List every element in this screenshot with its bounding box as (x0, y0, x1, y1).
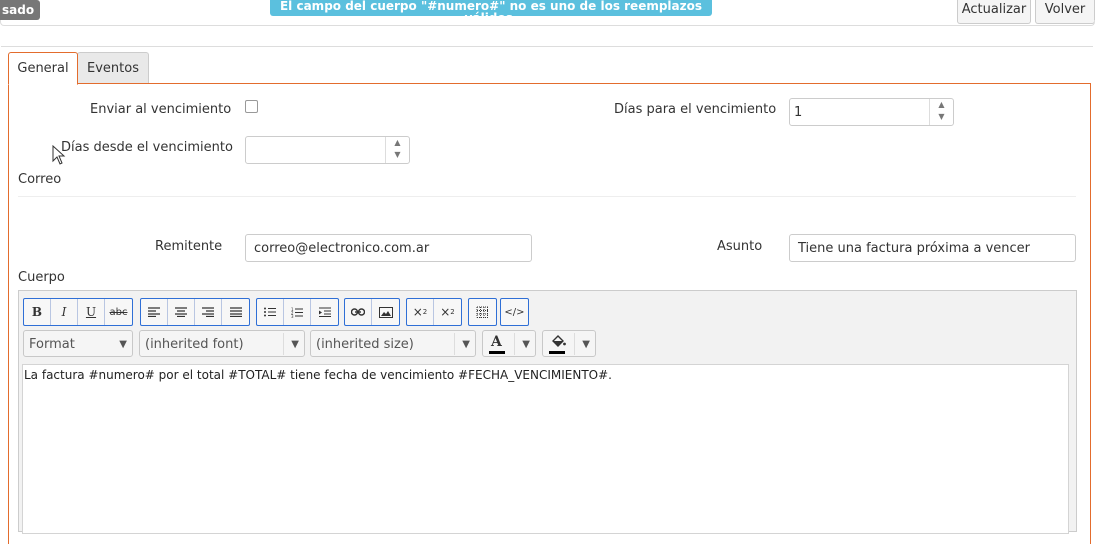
editor-content[interactable]: La factura #numero# por el total #TOTAL#… (22, 364, 1069, 534)
numbered-list-button[interactable]: 123 (284, 299, 311, 325)
error-message: El campo del cuerpo "#numero#" no es uno… (270, 0, 712, 16)
days-since-due-input[interactable]: ▲ ▼ (245, 136, 410, 164)
spin-up-icon[interactable]: ▲ (930, 99, 953, 111)
toolbar-group-insert (344, 298, 400, 326)
format-select-label: Format (29, 337, 75, 352)
table-icon (476, 306, 488, 318)
mouse-cursor-icon (52, 145, 66, 165)
chevron-down-icon: ▼ (522, 339, 530, 350)
body-label: Cuerpo (18, 270, 65, 285)
toolbar-group-align (140, 298, 250, 326)
align-right-button[interactable] (195, 299, 222, 325)
toolbar-group-lists: 123 (256, 298, 339, 326)
background-color-button[interactable]: ▼ (542, 330, 596, 357)
strikethrough-button[interactable]: abc (105, 299, 132, 325)
bullet-list-icon (264, 307, 276, 317)
chevron-down-icon: ▼ (582, 339, 590, 350)
toolbar-group-table (468, 298, 497, 326)
font-select[interactable]: (inherited font) ▼ (139, 330, 305, 357)
days-since-due-label: Días desde el vencimiento (61, 140, 233, 155)
underline-button[interactable]: U (78, 299, 105, 325)
send-on-due-label: Enviar al vencimiento (90, 102, 232, 117)
svg-text:3: 3 (291, 314, 294, 318)
align-justify-button[interactable] (222, 299, 249, 325)
align-left-button[interactable] (141, 299, 168, 325)
format-select[interactable]: Format ▼ (23, 330, 133, 357)
image-icon (378, 306, 393, 318)
size-select-label: (inherited size) (316, 337, 414, 352)
mail-section-title: Correo (18, 172, 62, 187)
chevron-down-icon: ▼ (462, 339, 470, 350)
subscript-button[interactable]: × 2 (407, 299, 434, 325)
days-to-due-input[interactable]: 1 ▲ ▼ (789, 98, 954, 126)
sender-label: Remitente (155, 239, 223, 254)
bullet-list-button[interactable] (257, 299, 284, 325)
link-button[interactable] (345, 299, 372, 325)
numbered-list-icon: 123 (291, 307, 303, 318)
indent-button[interactable] (311, 299, 338, 325)
toolbar-group-script: × 2 × 2 (406, 298, 462, 326)
source-code-button[interactable]: </> (501, 299, 528, 325)
align-center-icon (175, 307, 187, 317)
tab-general[interactable]: General (8, 52, 78, 85)
toolbar-group-source: </> (500, 298, 529, 326)
text-color-button[interactable]: A ▼ (482, 330, 536, 357)
font-select-label: (inherited font) (145, 337, 244, 352)
paint-bucket-icon (552, 335, 566, 347)
image-button[interactable] (372, 299, 399, 325)
spin-down-icon[interactable]: ▼ (930, 111, 953, 123)
editor-body-text: La factura #numero# por el total #TOTAL#… (24, 368, 612, 382)
spin-down-icon[interactable]: ▼ (386, 149, 409, 161)
top-divider (0, 20, 1095, 26)
italic-button[interactable]: I (51, 299, 78, 325)
status-badge: sado (0, 0, 41, 20)
align-justify-icon (229, 307, 242, 317)
days-to-due-label: Días para el vencimiento (614, 102, 777, 117)
align-right-icon (202, 307, 214, 317)
chevron-down-icon: ▼ (291, 339, 299, 350)
chevron-down-icon: ▼ (119, 339, 127, 350)
sender-input[interactable]: correo@electronico.com.ar (245, 234, 532, 262)
text-color-icon: A (491, 334, 502, 350)
superscript-button[interactable]: × 2 (434, 299, 461, 325)
tab-eventos[interactable]: Eventos (77, 52, 149, 84)
days-to-due-value: 1 (794, 105, 803, 120)
size-select[interactable]: (inherited size) ▼ (310, 330, 476, 357)
bold-button[interactable]: B (24, 299, 51, 325)
send-on-due-checkbox[interactable] (245, 100, 258, 113)
days-since-due-spinner[interactable]: ▲ ▼ (385, 137, 409, 163)
table-button[interactable] (469, 299, 496, 325)
align-center-button[interactable] (168, 299, 195, 325)
align-left-icon (148, 307, 160, 317)
subject-label: Asunto (717, 239, 763, 254)
spin-up-icon[interactable]: ▲ (386, 137, 409, 149)
subject-input[interactable]: Tiene una factura próxima a vencer (789, 234, 1076, 262)
indent-icon (318, 307, 331, 317)
section-divider (18, 196, 1076, 197)
days-to-due-spinner[interactable]: ▲ ▼ (929, 99, 953, 125)
toolbar-group-basic: B I U abc (23, 298, 133, 326)
link-icon (351, 308, 365, 316)
